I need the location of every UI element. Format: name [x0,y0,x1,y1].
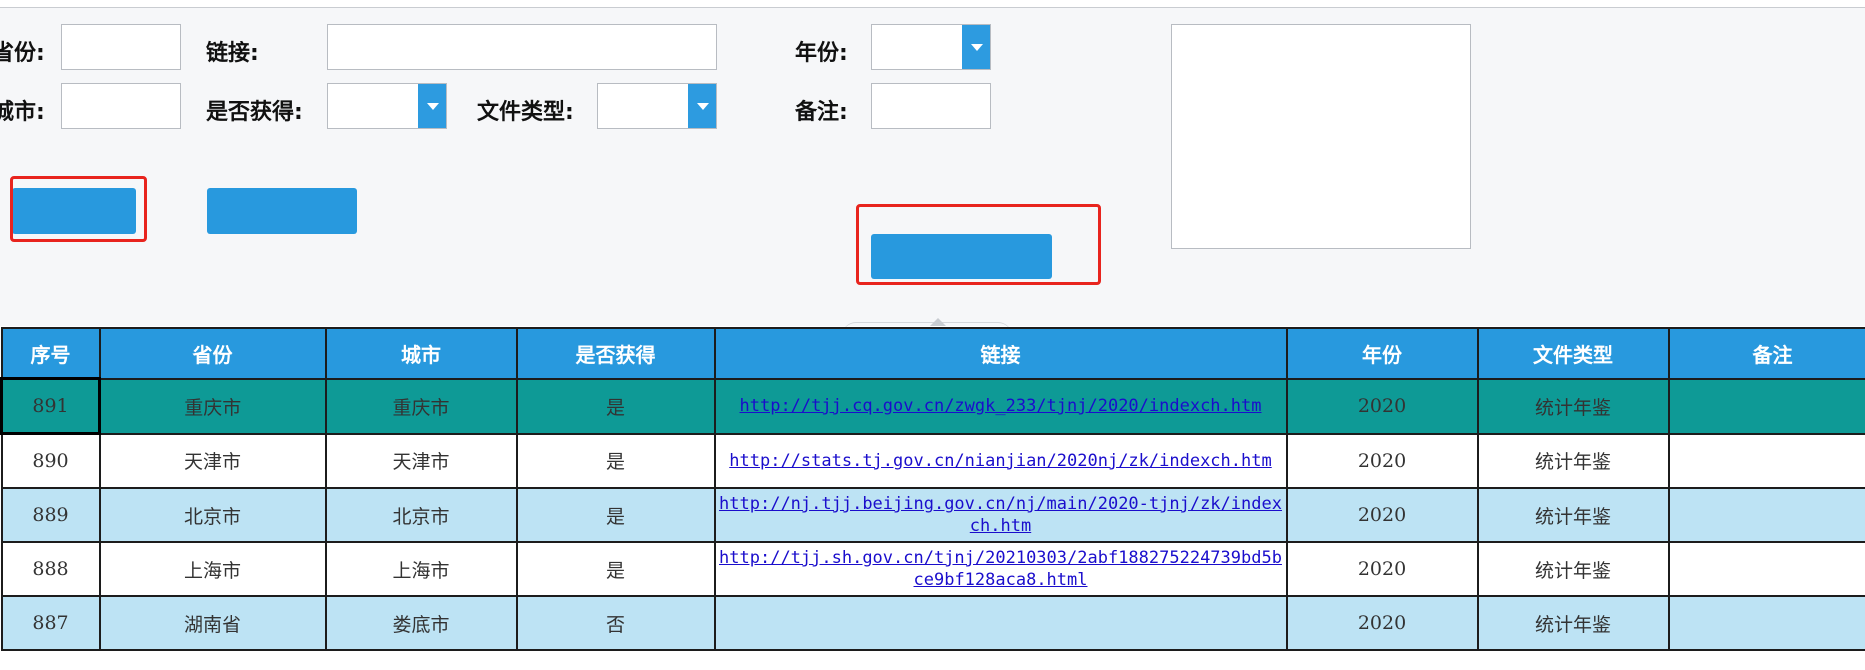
year-cell[interactable]: 2020 [1285,541,1479,597]
province-cell[interactable]: 湖南省 [98,595,327,651]
table-row[interactable]: 890 天津市 天津市 是 http://stats.tj.gov.cn/nia… [0,432,1865,489]
row-id-cell[interactable]: 889 [0,487,101,543]
obtained-cell[interactable]: 是 [515,487,716,543]
link-text[interactable]: http://stats.tj.gov.cn/nianjian/2020nj/z… [716,450,1286,472]
top-border [0,0,1865,8]
column-header[interactable]: 备注 [1667,327,1865,380]
row-id-cell[interactable]: 890 [0,432,101,489]
chevron-down-icon[interactable] [418,84,446,128]
note-input[interactable] [871,83,991,129]
filetype-cell[interactable]: 统计年鉴 [1476,432,1670,489]
year-cell[interactable]: 2020 [1285,595,1479,651]
link-cell[interactable]: http://stats.tj.gov.cn/nianjian/2020nj/z… [713,432,1288,489]
link-input[interactable] [327,24,717,70]
year-cell[interactable]: 2020 [1285,432,1479,489]
table-row[interactable]: 889 北京市 北京市 是 http://nj.tjj.beijing.gov.… [0,487,1865,543]
note-cell[interactable] [1667,377,1865,435]
column-header[interactable]: 文件类型 [1476,327,1670,380]
filetype-cell[interactable]: 统计年鉴 [1476,487,1670,543]
filetype-cell[interactable]: 统计年鉴 [1476,595,1670,651]
province-cell[interactable]: 天津市 [98,432,327,489]
obtained-cell[interactable]: 是 [515,377,716,435]
note-cell[interactable] [1667,595,1865,651]
filetype-select[interactable] [597,83,717,129]
year-select[interactable] [871,24,991,70]
column-header[interactable]: 序号 [0,327,101,380]
filetype-label: 文件类型: [477,100,574,125]
link-cell[interactable]: http://tjj.cq.gov.cn/zwgk_233/tjnj/2020/… [713,377,1288,435]
query-form: 省份: 链接: 年份: 城市: 是否获得: 文件类型: 备注: [0,8,1865,326]
city-cell[interactable]: 娄底市 [324,595,518,651]
city-label: 城市: [0,100,45,125]
preview-box [1171,24,1471,249]
action-button-2[interactable] [207,188,357,234]
city-cell[interactable]: 重庆市 [324,377,518,435]
link-text[interactable]: http://tjj.cq.gov.cn/zwgk_233/tjnj/2020/… [716,395,1286,417]
link-text[interactable]: http://nj.tjj.beijing.gov.cn/nj/main/202… [716,493,1286,537]
city-cell[interactable]: 北京市 [324,487,518,543]
column-header[interactable]: 城市 [324,327,518,380]
note-label: 备注: [795,100,848,125]
row-id-cell[interactable]: 888 [0,541,101,597]
note-cell[interactable] [1667,432,1865,489]
row-id-cell[interactable]: 891 [0,377,101,435]
column-header[interactable]: 是否获得 [515,327,716,380]
city-cell[interactable]: 上海市 [324,541,518,597]
row-id-cell[interactable]: 887 [0,595,101,651]
note-cell[interactable] [1667,541,1865,597]
table-row[interactable]: 887 湖南省 娄底市 否 2020 统计年鉴 [0,595,1865,651]
results-table: 序号 省份 城市 是否获得 链接 年份 文件类型 备注 891 重庆市 重庆市 … [0,327,1865,651]
province-cell[interactable]: 上海市 [98,541,327,597]
chevron-down-icon[interactable] [962,25,990,69]
obtained-select[interactable] [327,83,447,129]
table-header-row: 序号 省份 城市 是否获得 链接 年份 文件类型 备注 [0,327,1865,380]
column-header[interactable]: 年份 [1285,327,1479,380]
column-header[interactable]: 链接 [713,327,1288,380]
city-input[interactable] [61,83,181,129]
highlight-box-2 [856,204,1101,285]
province-input[interactable] [61,24,181,70]
obtained-cell[interactable]: 是 [515,541,716,597]
link-cell[interactable] [713,595,1288,651]
table-row[interactable]: 888 上海市 上海市 是 http://tjj.sh.gov.cn/tjnj/… [0,541,1865,597]
table-row[interactable]: 891 重庆市 重庆市 是 http://tjj.cq.gov.cn/zwgk_… [0,377,1865,435]
note-cell[interactable] [1667,487,1865,543]
province-label: 省份: [0,41,45,66]
splitter-arrow-icon [930,318,946,326]
link-cell[interactable]: http://tjj.sh.gov.cn/tjnj/20210303/2abf1… [713,541,1288,597]
province-cell[interactable]: 重庆市 [98,377,327,435]
obtained-cell[interactable]: 是 [515,432,716,489]
city-cell[interactable]: 天津市 [324,432,518,489]
highlight-box-1 [10,176,147,242]
province-cell[interactable]: 北京市 [98,487,327,543]
link-cell[interactable]: http://nj.tjj.beijing.gov.cn/nj/main/202… [713,487,1288,543]
year-cell[interactable]: 2020 [1285,487,1479,543]
year-cell[interactable]: 2020 [1285,377,1479,435]
chevron-down-icon[interactable] [688,84,716,128]
column-header[interactable]: 省份 [98,327,327,380]
obtained-label: 是否获得: [206,100,303,125]
filetype-cell[interactable]: 统计年鉴 [1476,377,1670,435]
link-label: 链接: [206,41,259,66]
obtained-cell[interactable]: 否 [515,595,716,651]
filetype-cell[interactable]: 统计年鉴 [1476,541,1670,597]
year-label: 年份: [795,41,848,66]
link-text[interactable]: http://tjj.sh.gov.cn/tjnj/20210303/2abf1… [716,547,1286,591]
